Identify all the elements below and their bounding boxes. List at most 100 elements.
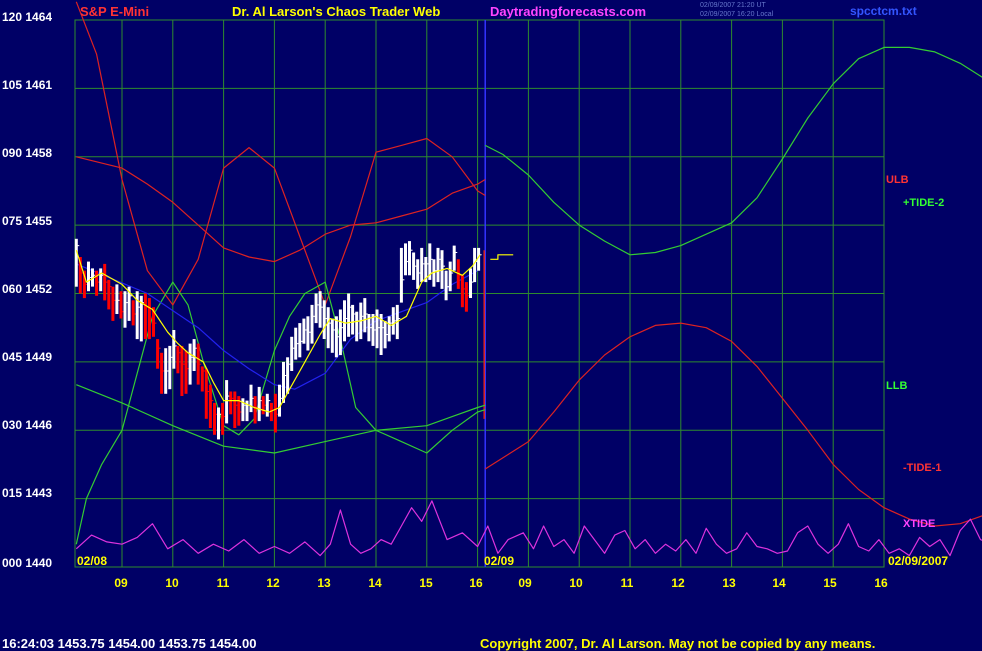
price-bar [131, 300, 135, 326]
grid-lines [74, 19, 885, 568]
price-bar [143, 293, 147, 340]
y-tick-label: 105 1461 [2, 78, 53, 92]
tide1-label: -TIDE-1 [903, 462, 942, 474]
y-tick-label: 060 1452 [2, 282, 53, 296]
price-bar [298, 323, 302, 358]
file-name: spcctcm.txt [850, 4, 917, 18]
price-bar [95, 270, 99, 296]
x-tick-label: 14 [772, 576, 786, 590]
price-bar [290, 336, 294, 371]
copyright: Copyright 2007, Dr. Al Larson. May not b… [480, 636, 876, 651]
ulb-label: ULB [886, 174, 909, 186]
price-bar [404, 243, 407, 276]
series-line-5 [484, 46, 982, 256]
price-bar [351, 304, 355, 335]
y-tick-label: 030 1446 [2, 418, 53, 432]
chart-svg [74, 1, 982, 568]
price-bar [460, 275, 464, 308]
x-tick-label: 10 [165, 576, 179, 590]
price-bar [176, 345, 180, 374]
header-center-title: Dr. Al Larson's Chaos Trader Web [232, 4, 441, 19]
price-bar [99, 268, 103, 292]
site-link[interactable]: Daytradingforecasts.com [490, 4, 646, 19]
price-bar [314, 293, 318, 324]
price-bar [192, 339, 196, 371]
price-bar [420, 247, 424, 283]
price-bar [184, 350, 188, 394]
price-bar [217, 407, 220, 440]
date-label-mid: 02/09 [484, 554, 515, 568]
price-bar [416, 259, 420, 289]
price-bar [452, 245, 456, 271]
price-bar [448, 261, 452, 292]
price-bar [123, 291, 127, 328]
xtide-label: XTIDE [903, 518, 936, 530]
price-bar [302, 318, 306, 344]
price-bar [286, 357, 290, 394]
price-bar [375, 309, 379, 349]
series-line-2 [484, 322, 982, 527]
price-bar [347, 293, 351, 337]
price-bar [115, 284, 119, 314]
x-tick-label: 12 [266, 576, 280, 590]
y-tick-label: 015 1443 [2, 486, 53, 500]
timestamp-local: 02/09/2007 16:20 Local [700, 11, 774, 18]
price-bar [213, 402, 216, 435]
price-bar [338, 309, 342, 356]
x-tick-label: 16 [469, 576, 483, 590]
price-bar [204, 368, 208, 419]
chart-title: S&P E-Mini [80, 4, 150, 19]
x-tick-label: 14 [368, 576, 382, 590]
price-bar [208, 384, 212, 428]
price-bar [469, 268, 472, 298]
price-bar [111, 286, 115, 321]
price-bar [318, 291, 322, 328]
series-line-0 [75, 1, 486, 306]
price-bar [399, 247, 403, 303]
price-bar [119, 291, 123, 319]
price-bar [330, 318, 334, 353]
price-bar [444, 270, 448, 301]
x-tick-label: 13 [317, 576, 331, 590]
price-bar [322, 300, 326, 339]
price-bar [225, 380, 229, 424]
price-bar [310, 304, 314, 344]
x-tick-label: 11 [620, 576, 634, 590]
price-bar [172, 330, 176, 369]
price-bar [87, 261, 90, 292]
x-tick-label: 15 [823, 576, 837, 590]
price-bar [408, 241, 411, 276]
price-bar [355, 311, 359, 342]
y-tick-label: 090 1458 [2, 146, 53, 160]
x-tick-label: 11 [216, 576, 230, 590]
quote-readout: 16:24:03 1453.75 1454.00 1453.75 1454.00 [2, 636, 257, 651]
price-bar [387, 316, 391, 342]
x-tick-label: 15 [419, 576, 433, 590]
price-bar [221, 402, 225, 435]
series-line-9 [490, 254, 514, 260]
price-bar [363, 298, 367, 333]
y-tick-label: 120 1464 [2, 10, 53, 24]
price-bar [200, 366, 204, 392]
llb-label: LLB [886, 380, 908, 392]
price-bar [233, 391, 237, 428]
x-tick-label: 12 [671, 576, 685, 590]
price-bar [156, 339, 160, 369]
price-bar [180, 345, 184, 396]
price-bar [257, 386, 261, 422]
price-bar [273, 393, 277, 433]
price-bar [188, 343, 192, 385]
price-bar [253, 396, 257, 424]
price-bar [168, 345, 172, 390]
date-label-start: 02/08 [77, 554, 108, 568]
x-tick-label: 09 [114, 576, 128, 590]
y-tick-label: 045 1449 [2, 350, 53, 364]
series-line-1 [76, 156, 486, 263]
price-bar [282, 361, 285, 403]
tide2-label: +TIDE-2 [903, 197, 945, 209]
price-bar [343, 300, 346, 342]
series-layer [75, 1, 982, 557]
price-bar [278, 384, 281, 417]
x-tick-label: 13 [722, 576, 736, 590]
x-tick-label: 09 [518, 576, 532, 590]
